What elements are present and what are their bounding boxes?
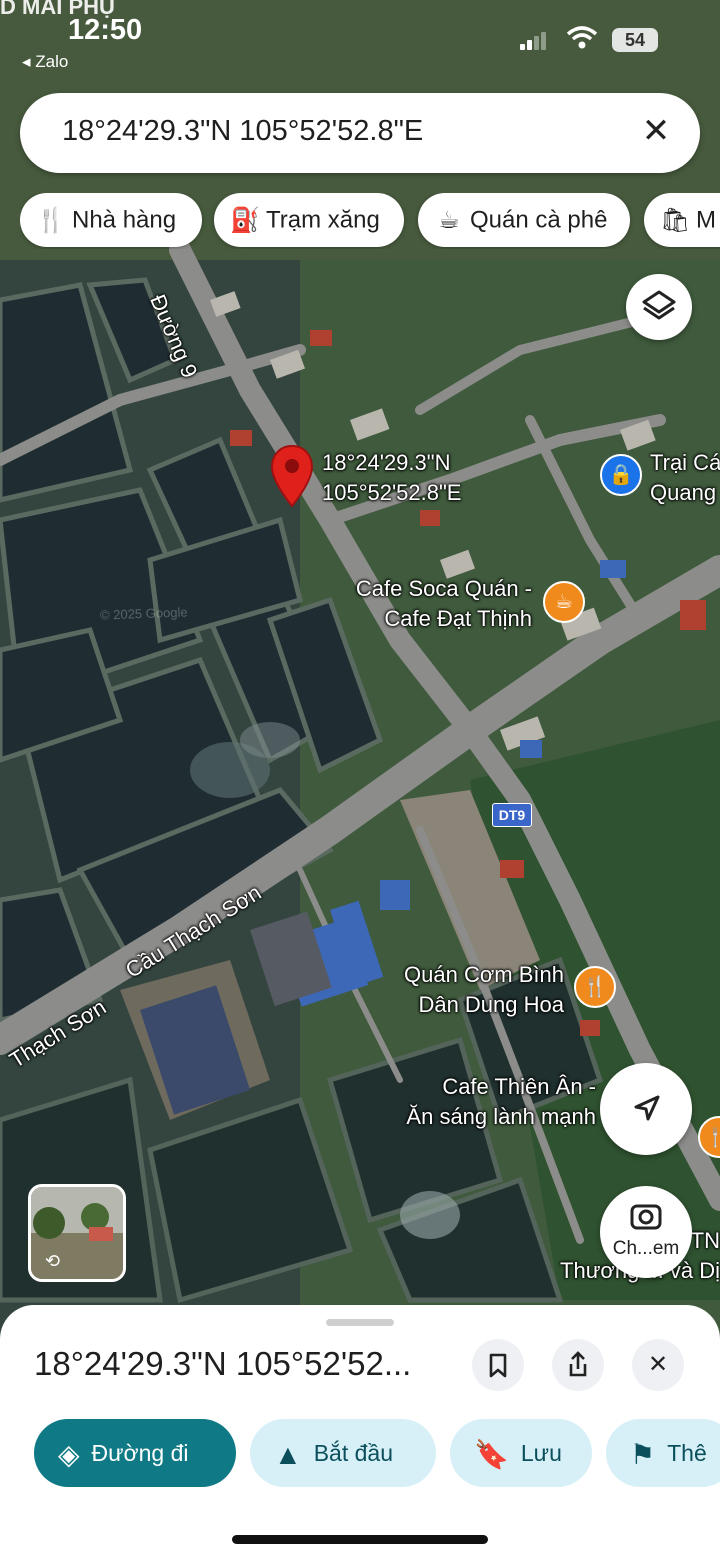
save-bookmark-button[interactable] [472, 1339, 524, 1391]
status-time: 12:50 [68, 14, 143, 46]
directions-button[interactable]: ◈ Đường đi [34, 1419, 236, 1487]
poi-quan-com-line1: Quán Cơm Bình [404, 962, 564, 987]
location-pin[interactable] [270, 444, 314, 508]
lens-search-button[interactable]: Ch...em [600, 1186, 692, 1278]
map-watermark: © 2025 Google [99, 604, 188, 623]
poi-cafe-thien-an-line2: Ăn sáng lành mạnh [406, 1104, 596, 1129]
flag-icon: ⚑ [630, 1438, 656, 1470]
close-sheet-button[interactable]: ✕ [632, 1339, 684, 1391]
poi-cafe-soca-line1: Cafe Soca Quán - [355, 576, 532, 601]
start-label: Bắt đầu [313, 1440, 394, 1466]
wifi-icon [566, 26, 598, 57]
poi-cafe-thien-an-line1: Cafe Thiên Ân - [442, 1074, 596, 1099]
share-icon [569, 1351, 587, 1377]
camera-lens-icon [630, 1204, 662, 1230]
status-bar: D MAI PHỤ 12:50 ◂ Zalo 54 [0, 0, 720, 80]
share-button[interactable] [552, 1339, 604, 1391]
chip-restaurants[interactable]: 🍴 Nhà hàng [20, 193, 202, 247]
battery-indicator: 54 [612, 28, 658, 52]
rotate-360-icon: ⟲ [45, 1251, 61, 1271]
layers-icon [642, 290, 676, 320]
directions-icon: ◈ [58, 1438, 80, 1470]
poi-cafe-soca-marker[interactable]: ☕ [543, 581, 585, 623]
navigation-arrow-icon [634, 1095, 660, 1121]
add-label-button[interactable]: ⚑ Thê [606, 1419, 720, 1487]
sheet-drag-handle[interactable] [326, 1319, 394, 1326]
coffee-icon: ☕ [438, 206, 460, 234]
chip-gas-stations-label: Trạm xăng [266, 206, 380, 234]
lens-label: Ch...em [612, 1238, 680, 1259]
gas-station-icon: ⛽ [230, 206, 260, 234]
poi-quan-com-marker[interactable]: 🍴 [574, 966, 616, 1008]
shopping-bag-icon: 🛍 [660, 206, 691, 234]
poi-trai-ca-quang-label[interactable]: Trại Cá Quang [650, 448, 720, 508]
search-bar[interactable]: 18°24'29.3"N 105°52'52.8"E ✕ [20, 93, 700, 173]
poi-cafe-thien-an-label[interactable]: Cafe Thiên Ân - Ăn sáng lành mạnh [400, 1072, 596, 1132]
category-chips: 🍴 Nhà hàng ⛽ Trạm xăng ☕ Quán cà phê 🛍 M [20, 193, 720, 249]
chip-coffee-shops[interactable]: ☕ Quán cà phê [418, 193, 630, 247]
directions-label: Đường đi [91, 1440, 189, 1466]
chip-gas-stations[interactable]: ⛽ Trạm xăng [214, 193, 404, 247]
poi-cafe-soca-line2: Cafe Đạt Thịnh [384, 606, 532, 631]
poi-trai-ca-quang-marker[interactable]: 🔒 [600, 454, 642, 496]
restaurant-icon: 🍴 [706, 1126, 720, 1148]
restaurant-icon: 🍴 [582, 976, 608, 998]
close-icon: ✕ [647, 1351, 669, 1378]
pin-label-line2: 105°52'52.8"E [322, 480, 462, 505]
save-label: Lưu [520, 1440, 562, 1466]
poi-trai-line1: Trại Cá [650, 450, 720, 475]
place-title: 18°24'29.3"N 105°52'52... [34, 1345, 412, 1382]
chip-shopping-label: M [696, 206, 716, 234]
place-bottom-sheet[interactable]: 18°24'29.3"N 105°52'52... ✕ ◈ Đường đi ▲ B… [0, 1305, 720, 1557]
add-label-text: Thê [667, 1440, 707, 1466]
chip-restaurants-label: Nhà hàng [72, 206, 177, 234]
save-button[interactable]: 🔖 Lưu [450, 1419, 592, 1487]
navigation-arrow-icon: ▲ [274, 1438, 302, 1470]
bookmark-icon: 🔖 [474, 1438, 509, 1470]
pin-icon [270, 444, 314, 508]
coffee-icon: ☕ [555, 591, 573, 613]
restaurant-icon: 🍴 [36, 206, 66, 234]
pin-label-line1: 18°24'29.3"N [322, 450, 451, 475]
home-indicator[interactable] [232, 1535, 488, 1544]
pin-coordinate-label: 18°24'29.3"N 105°52'52.8"E [322, 448, 461, 508]
chip-shopping[interactable]: 🛍 M [644, 193, 720, 247]
cellular-signal-icon [520, 32, 546, 50]
chip-coffee-shops-label: Quán cà phê [470, 206, 608, 234]
poi-cafe-soca-label[interactable]: Cafe Soca Quán - Cafe Đạt Thịnh [340, 574, 532, 634]
poi-quan-com-line2: Dân Dung Hoa [418, 992, 564, 1017]
search-query-text[interactable]: 18°24'29.3"N 105°52'52.8"E [62, 115, 423, 148]
close-icon[interactable]: ✕ [634, 109, 678, 153]
road-badge-dt9: DT9 [492, 803, 532, 827]
lock-bag-icon: 🔒 [608, 464, 634, 486]
my-location-button[interactable] [600, 1063, 692, 1155]
back-to-app-link[interactable]: ◂ Zalo [22, 52, 68, 72]
poi-trai-line2: Quang [650, 480, 717, 505]
layers-button[interactable] [626, 274, 692, 340]
start-button[interactable]: ▲ Bắt đầu [250, 1419, 436, 1487]
poi-quan-com-label[interactable]: Quán Cơm Bình Dân Dung Hoa [396, 960, 564, 1020]
street-view-thumbnail[interactable]: ⟲ [28, 1184, 126, 1282]
bookmark-icon [489, 1353, 507, 1378]
